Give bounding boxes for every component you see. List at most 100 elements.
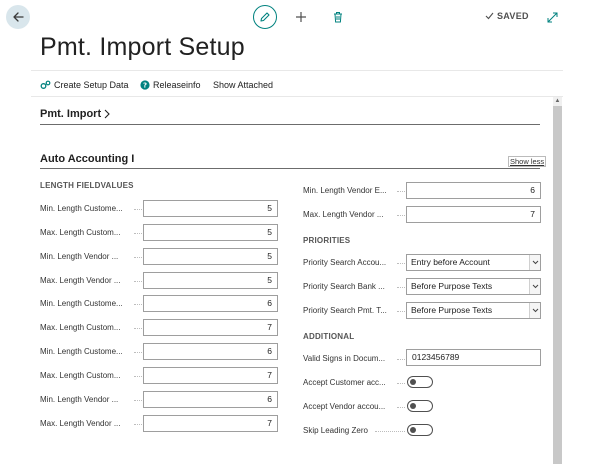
back-button[interactable] [6,5,30,29]
field-label: Min. Length Custome... [40,204,123,213]
priority-search-bank-select[interactable]: Before Purpose Texts [406,278,541,295]
pencil-icon [260,12,270,22]
field-label: Max. Length Custom... [40,371,121,380]
delete-button[interactable] [331,10,345,24]
svg-text:?: ? [143,82,147,90]
select-value: Before Purpose Texts [411,281,493,291]
chevron-down-icon [529,279,540,294]
max-length-customer-input[interactable]: 5 [143,224,278,241]
saved-label: SAVED [497,11,529,21]
field-label: Skip Leading Zero [303,426,368,435]
priority-search-account-select[interactable]: Entry before Account [406,254,541,271]
field-label: Priority Search Accou... [303,258,387,267]
scrollbar-thumb[interactable] [553,106,562,464]
help-circle-icon: ? [140,80,150,90]
accept-vendor-toggle[interactable] [407,400,433,412]
min-length-customer-3-input[interactable]: 6 [143,343,278,360]
field-dots [134,376,142,377]
auto-accounting-section-line [40,168,540,169]
toggle-knob [410,402,416,409]
valid-signs-input[interactable]: 0123456789 [406,349,541,366]
field-label: Max. Length Vendor ... [40,276,121,285]
toggle-knob [410,426,416,433]
expand-button[interactable] [545,10,559,24]
max-length-customer-2-input[interactable]: 7 [143,319,278,336]
field-dots [134,257,142,258]
field-dots [397,215,405,216]
scroll-up-arrow-icon[interactable]: ▲ [553,97,562,105]
saved-status: SAVED [485,11,529,21]
page-title: Pmt. Import Setup [40,33,245,61]
pmt-import-section-header[interactable]: Pmt. Import [40,108,110,120]
check-icon [485,12,494,20]
accept-customer-toggle[interactable] [407,376,433,388]
field-dots [397,311,405,312]
field-dots [397,359,405,360]
select-value: Before Purpose Texts [411,305,493,315]
show-less-link[interactable]: Show less [508,156,547,167]
field-label: Max. Length Custom... [40,323,121,332]
field-label: Max. Length Vendor ... [40,419,121,428]
show-attached-label: Show Attached [213,80,274,90]
field-label: Min. Length Custome... [40,347,123,356]
field-label: Min. Length Vendor E... [303,186,387,195]
trash-icon [334,12,342,23]
field-dots [134,400,142,401]
edit-button[interactable] [253,5,277,29]
releaseinfo-label: Releaseinfo [153,80,201,90]
max-length-vendor-e-input[interactable]: 7 [406,206,541,223]
field-label: Min. Length Vendor ... [40,395,119,404]
min-length-customer-input[interactable]: 5 [143,200,278,217]
field-dots [397,263,405,264]
title-divider [31,70,563,71]
field-label: Priority Search Bank ... [303,282,385,291]
chevron-right-icon [104,109,110,119]
field-dots [134,304,142,305]
priorities-heading: PRIORITIES [303,236,351,245]
pmt-import-section-title: Pmt. Import [40,108,102,120]
field-dots [134,352,142,353]
field-dots [397,407,405,408]
chevron-down-icon [529,255,540,270]
max-length-vendor-2-input[interactable]: 7 [143,415,278,432]
field-dots [134,281,142,282]
skip-leading-zero-toggle[interactable] [407,424,433,436]
pmt-import-section-line [40,124,540,125]
max-length-customer-3-input[interactable]: 7 [143,367,278,384]
additional-heading: ADDITIONAL [303,332,355,341]
min-length-customer-2-input[interactable]: 6 [143,295,278,312]
max-length-vendor-input[interactable]: 5 [143,272,278,289]
toggle-knob [410,378,416,385]
new-button[interactable] [294,10,308,24]
releaseinfo-action[interactable]: ? Releaseinfo [140,80,201,90]
field-dots [134,424,142,425]
field-dots [397,383,405,384]
length-fieldvalues-heading: LENGTH FIELDVALUES [40,181,134,190]
field-label: Accept Customer acc... [303,378,386,387]
chevron-down-icon [529,303,540,318]
min-length-vendor-2-input[interactable]: 6 [143,391,278,408]
field-label: Accept Vendor accou... [303,402,386,411]
field-dots [134,328,142,329]
field-dots [397,191,405,192]
select-value: Entry before Account [411,257,490,267]
plus-icon [296,12,306,22]
expand-arrows-icon [547,12,557,22]
min-length-vendor-input[interactable]: 5 [143,248,278,265]
field-dots [134,233,142,234]
field-dots [134,209,142,210]
field-label: Min. Length Vendor ... [40,252,119,261]
field-label: Min. Length Custome... [40,299,123,308]
min-length-vendor-e-input[interactable]: 6 [406,182,541,199]
show-attached-action[interactable]: Show Attached [213,80,273,90]
auto-accounting-section-title[interactable]: Auto Accounting I [40,153,134,165]
priority-search-pmt-select[interactable]: Before Purpose Texts [406,302,541,319]
create-setup-data-label: Create Setup Data [54,80,129,90]
action-bar-divider [31,96,563,97]
field-label: Priority Search Pmt. T... [303,306,387,315]
setup-gear-icon [40,80,51,89]
create-setup-data-action[interactable]: Create Setup Data [40,80,129,90]
field-dots [375,431,405,432]
field-dots [397,287,405,288]
field-label: Max. Length Vendor ... [303,210,384,219]
